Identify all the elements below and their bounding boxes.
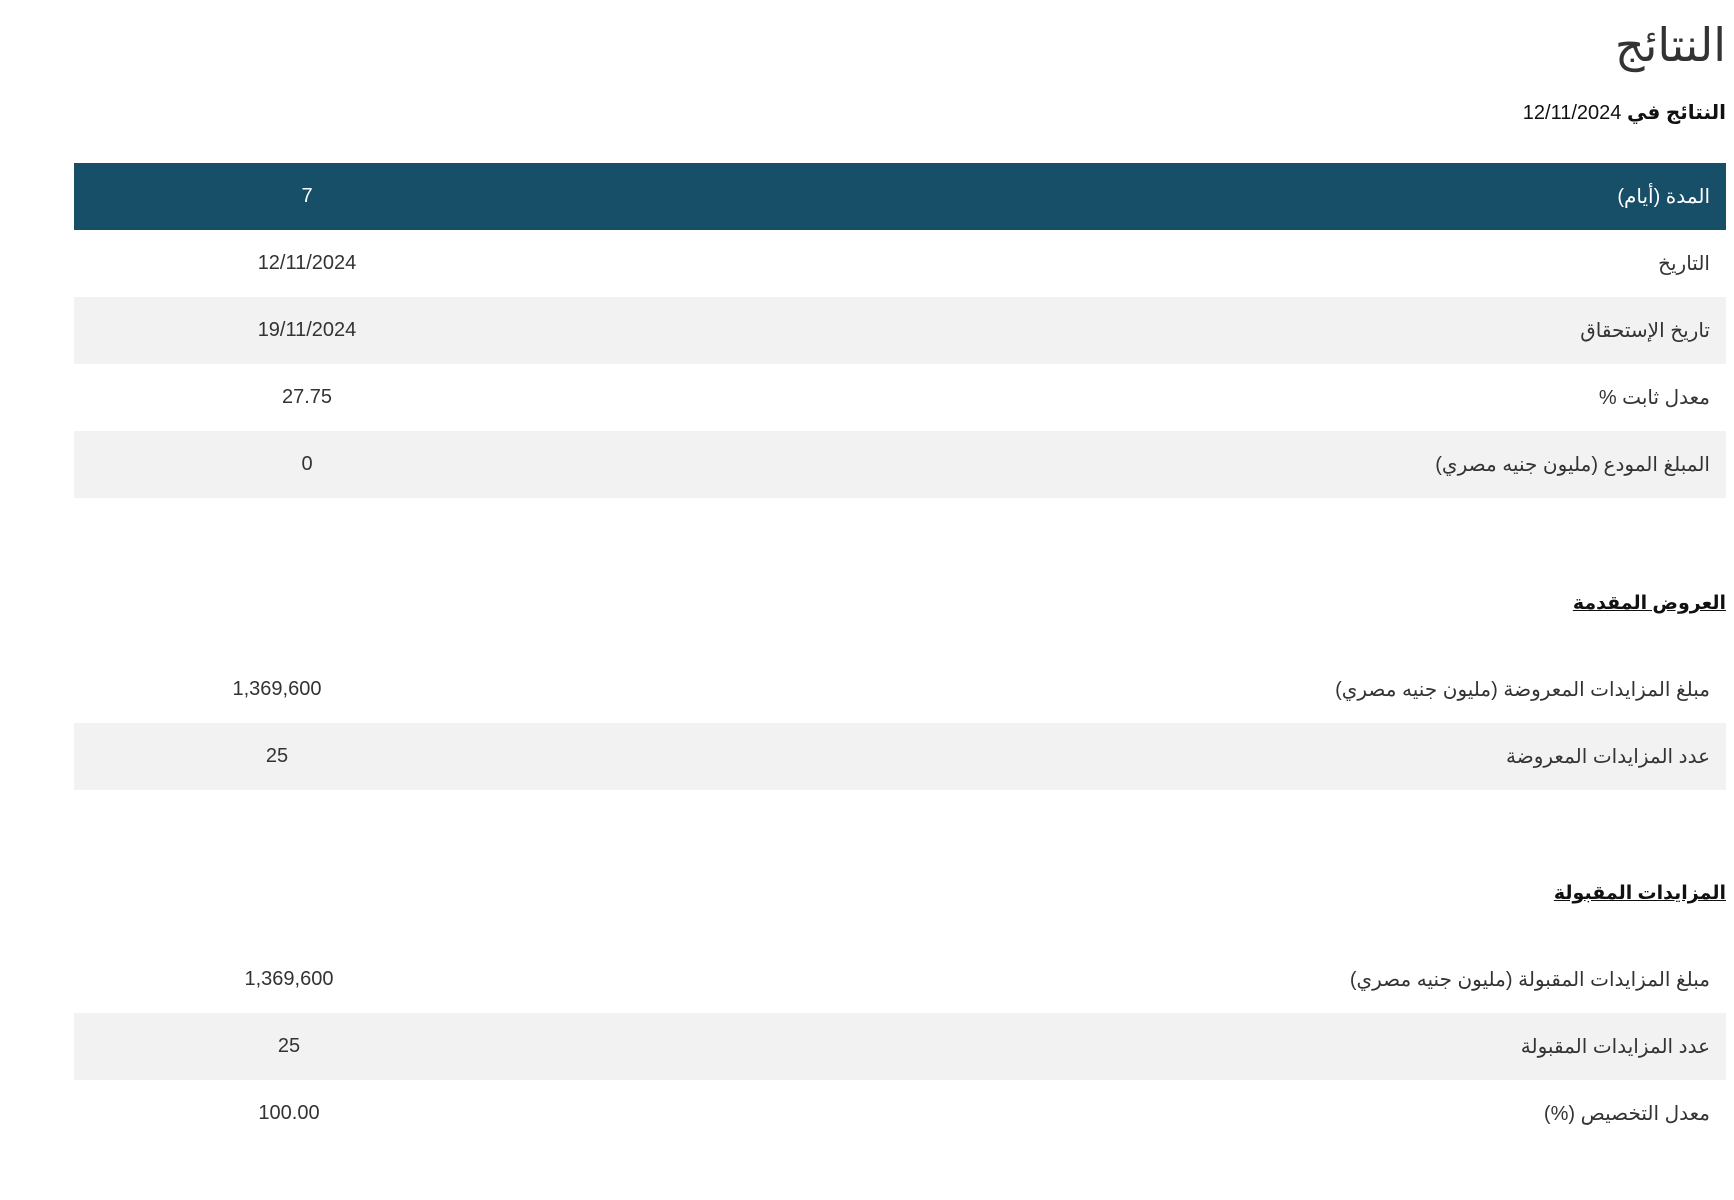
table-row: تاريخ الإستحقاق 19/11/2024 [74, 297, 1726, 364]
offered-bids-amount-label: مبلغ المزايدات المعروضة (مليون جنيه مصري… [1335, 679, 1710, 701]
maturity-date-label: تاريخ الإستحقاق [540, 297, 1726, 364]
allocation-rate-value: 100.00 [258, 1102, 320, 1124]
accepted-bids-count-label: عدد المزايدات المقبولة [504, 1013, 1726, 1080]
accepted-bids-amount-label: مبلغ المزايدات المقبولة (مليون جنيه مصري… [1349, 969, 1710, 991]
page-title: النتائج [1614, 18, 1726, 72]
table-row: معدل التخصيص (%) 100.00 [74, 1080, 1726, 1147]
results-table: المدة (أيام) 7 التاريخ 12/11/2024 تاريخ … [74, 163, 1726, 498]
table-header-row: المدة (أيام) 7 [74, 163, 1726, 230]
fixed-rate-label: معدل ثابت % [1598, 387, 1710, 409]
duration-value: 7 [74, 163, 540, 230]
offered-bids-count-label: عدد المزايدات المعروضة [480, 723, 1726, 790]
table-row: المبلغ المودع (مليون جنيه مصري) 0 [74, 431, 1726, 498]
date-value: 12/11/2024 [257, 252, 357, 274]
results-date-label: النتائج في [1626, 102, 1726, 124]
offered-bids-count-value: 25 [74, 723, 480, 790]
offers-section-heading: العروض المقدمة [1572, 593, 1726, 614]
duration-label: المدة (أيام) [540, 163, 1726, 230]
offered-bids-amount-value: 1,369,600 [232, 678, 322, 700]
allocation-rate-label: معدل التخصيص (%) [1543, 1103, 1710, 1125]
accepted-bids-count-value: 25 [74, 1013, 504, 1080]
table-row: عدد المزايدات المقبولة 25 [74, 1013, 1726, 1080]
table-row: مبلغ المزايدات المعروضة (مليون جنيه مصري… [74, 656, 1726, 723]
date-label: التاريخ [1658, 253, 1710, 275]
results-date-value: 12/11/2024 [1522, 102, 1622, 124]
maturity-date-value: 19/11/2024 [74, 297, 540, 364]
accepted-table: مبلغ المزايدات المقبولة (مليون جنيه مصري… [74, 946, 1726, 1147]
table-row: عدد المزايدات المعروضة 25 [74, 723, 1726, 790]
deposited-amount-label: المبلغ المودع (مليون جنيه مصري) [540, 431, 1726, 498]
accepted-bids-amount-value: 1,369,600 [244, 968, 334, 990]
offers-table: مبلغ المزايدات المعروضة (مليون جنيه مصري… [74, 656, 1726, 790]
table-row: معدل ثابت % 27.75 [74, 364, 1726, 431]
table-row: مبلغ المزايدات المقبولة (مليون جنيه مصري… [74, 946, 1726, 1013]
accepted-section-heading: المزايدات المقبولة [1553, 883, 1726, 904]
table-row: التاريخ 12/11/2024 [74, 230, 1726, 297]
fixed-rate-value: 27.75 [281, 386, 333, 408]
results-date: النتائج في 12/11/2024 [1523, 98, 1726, 128]
deposited-amount-value: 0 [74, 431, 540, 498]
